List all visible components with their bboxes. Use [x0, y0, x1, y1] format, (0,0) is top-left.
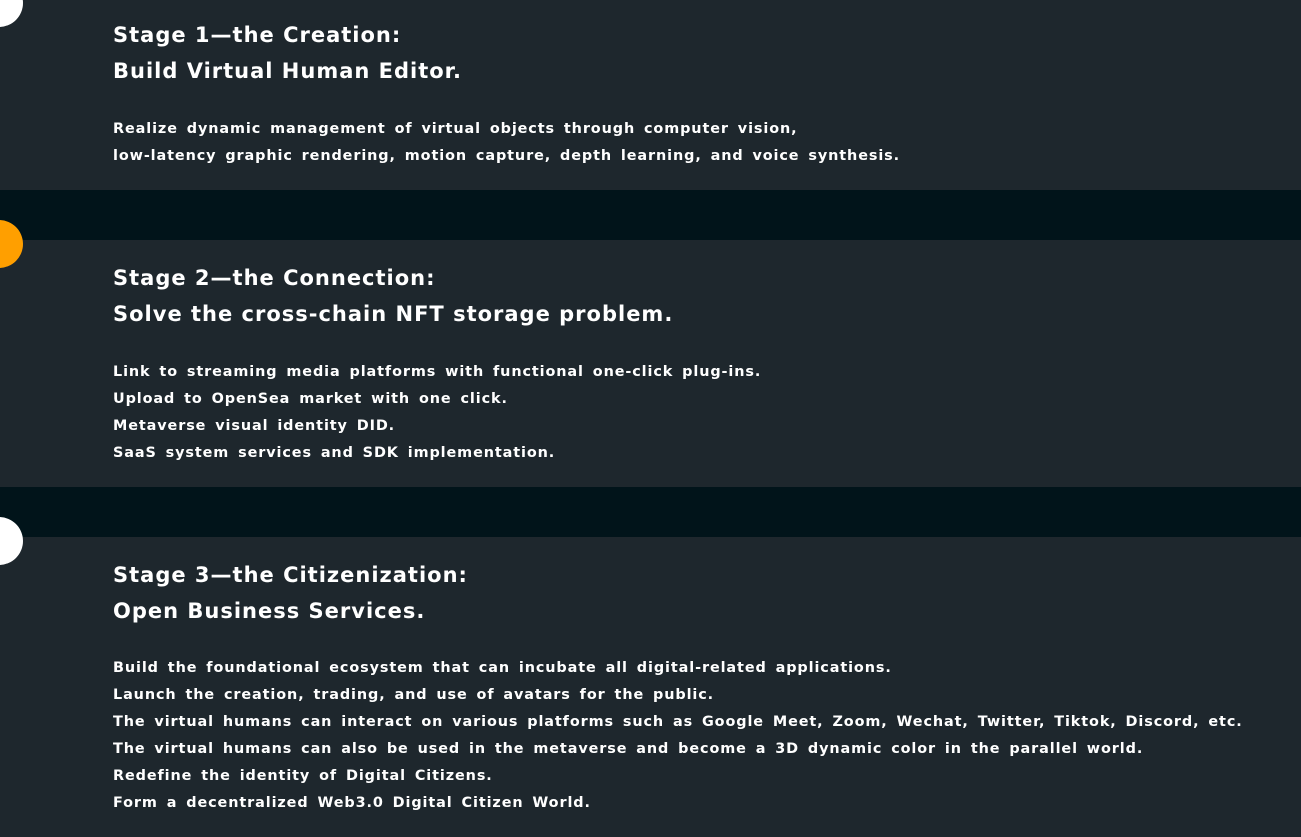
stage-subtitle: Build Virtual Human Editor. [113, 59, 463, 83]
stage-heading: Stage 2—the Connection: Solve the cross-… [113, 260, 673, 332]
description-line: Build the foundational ecosystem that ca… [113, 660, 892, 676]
description-line: The virtual humans can also be used in t… [113, 741, 1144, 757]
description-line: Launch the creation, trading, and use of… [113, 687, 715, 703]
description-line: Metaverse visual identity DID. [113, 418, 396, 434]
description-line: Link to streaming media platforms with f… [113, 364, 762, 380]
stage-heading: Stage 3—the Citizenization: Open Busines… [113, 557, 468, 629]
stage-3-panel: Stage 3—the Citizenization: Open Busines… [0, 517, 1301, 837]
stage-heading: Stage 1—the Creation: Build Virtual Huma… [113, 17, 462, 89]
stage-2-panel: Stage 2—the Connection: Solve the cross-… [0, 220, 1301, 487]
description-line: Upload to OpenSea market with one click. [113, 391, 508, 407]
description-line: Redefine the identity of Digital Citizen… [113, 768, 493, 784]
stage-subtitle: Solve the cross-chain NFT storage proble… [113, 302, 674, 326]
stage-1-panel: Stage 1—the Creation: Build Virtual Huma… [0, 0, 1301, 190]
timeline-marker-icon [0, 517, 23, 565]
stage-title: Stage 1—the Creation: [113, 23, 402, 47]
stage-title: Stage 2—the Connection: [113, 266, 436, 290]
stage-title: Stage 3—the Citizenization: [113, 563, 468, 587]
stage-subtitle: Open Business Services. [113, 599, 426, 623]
description-line: The virtual humans can interact on vario… [113, 714, 1243, 730]
timeline-marker-active-icon [0, 220, 23, 268]
stage-description: Realize dynamic management of virtual ob… [113, 116, 900, 170]
stage-description: Build the foundational ecosystem that ca… [113, 655, 1243, 817]
stage-description: Link to streaming media platforms with f… [113, 359, 761, 467]
description-line: SaaS system services and SDK implementat… [113, 445, 556, 461]
description-line: low-latency graphic rendering, motion ca… [113, 148, 900, 164]
description-line: Form a decentralized Web3.0 Digital Citi… [113, 795, 591, 811]
description-line: Realize dynamic management of virtual ob… [113, 121, 798, 137]
timeline-marker-icon [0, 0, 23, 27]
